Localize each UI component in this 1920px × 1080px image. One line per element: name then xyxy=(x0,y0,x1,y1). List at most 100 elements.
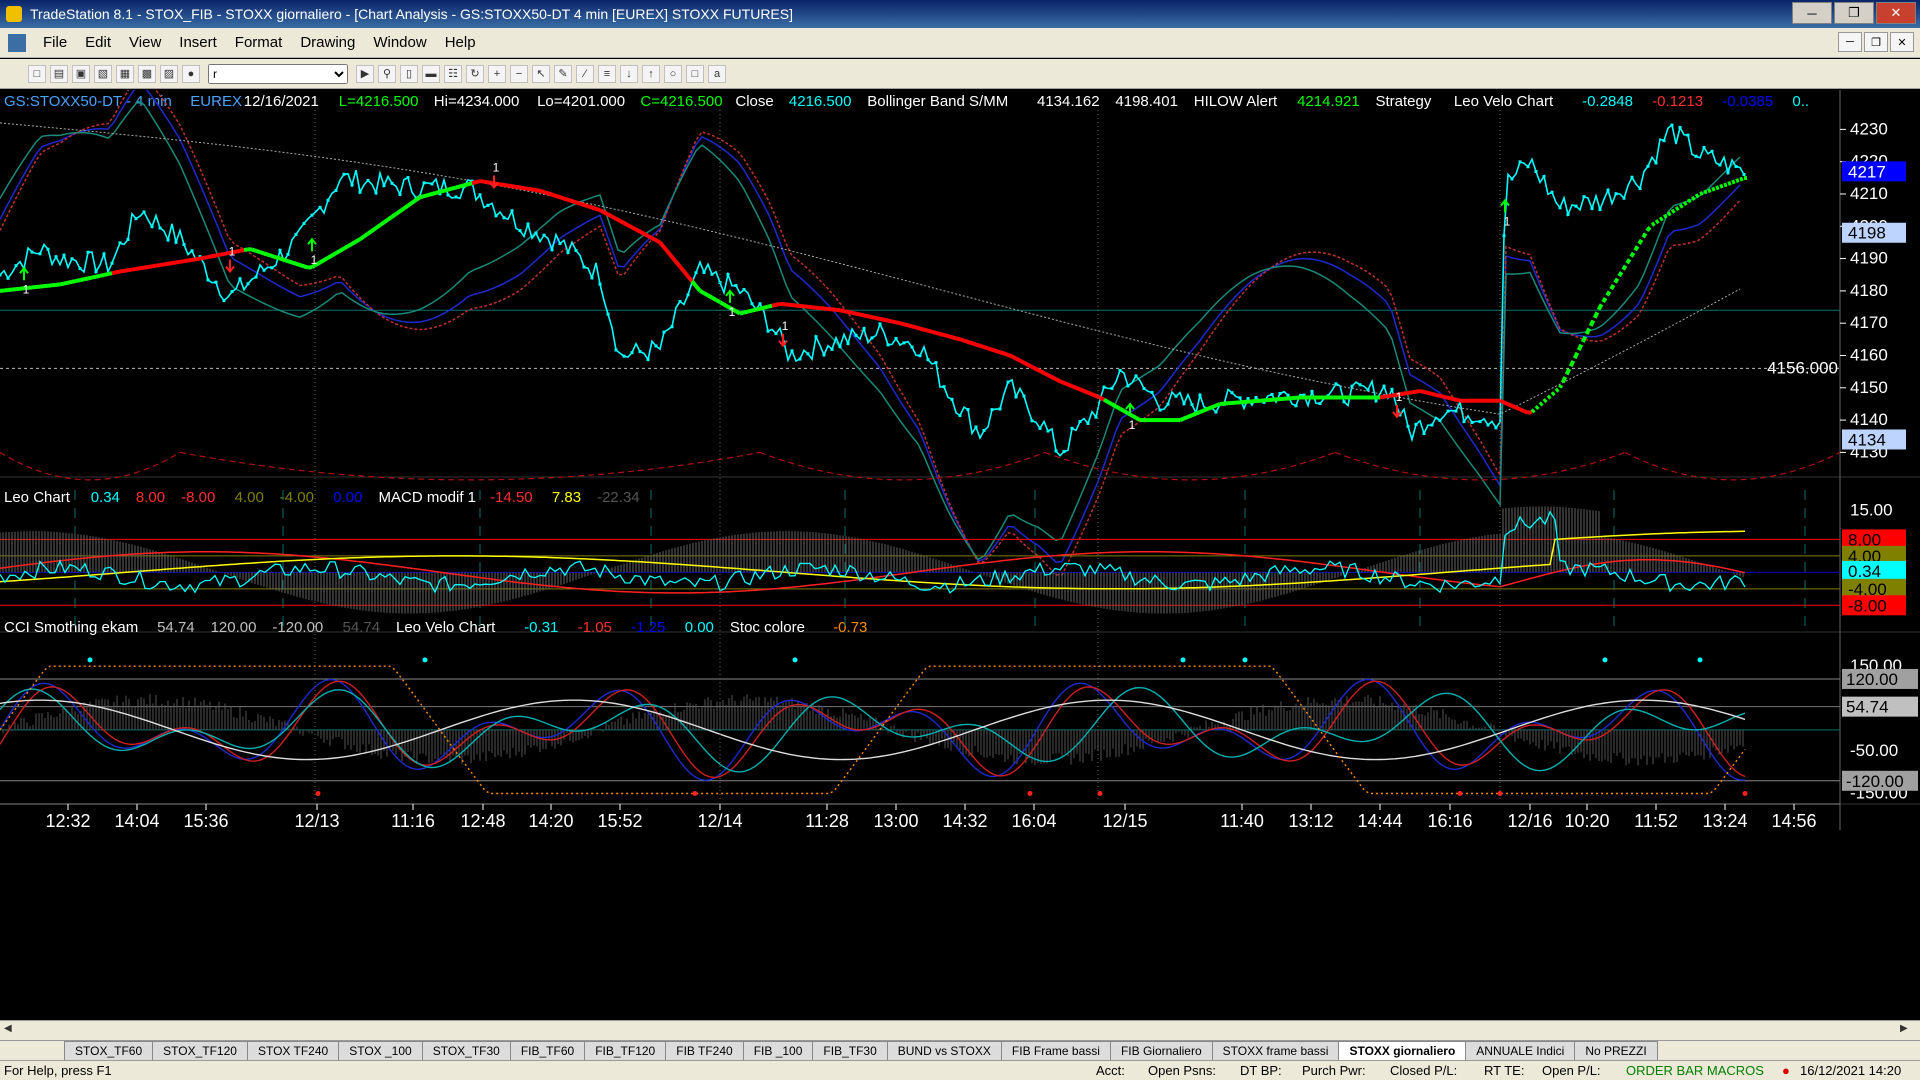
price-point xyxy=(630,351,634,355)
menu-insert[interactable]: Insert xyxy=(170,34,226,51)
price-point xyxy=(398,192,402,196)
strategy-segment xyxy=(1027,363,1033,369)
strategy-segment xyxy=(455,184,461,190)
signal-marker-label: 1 xyxy=(1396,390,1403,404)
minimize-button[interactable]: ─ xyxy=(1792,2,1832,24)
scroll-left-icon[interactable]: ◀ xyxy=(4,1023,18,1037)
layout-icon[interactable]: ▨ xyxy=(160,64,178,83)
lookup-icon[interactable]: ⚲ xyxy=(378,64,396,83)
workspace-tab[interactable]: FIB_TF30 xyxy=(812,1041,888,1060)
strategy-segment xyxy=(171,260,177,266)
price-point xyxy=(1374,399,1378,403)
fib-icon[interactable]: ≡ xyxy=(598,64,616,83)
workspace-tab[interactable]: STOXX giornaliero xyxy=(1338,1041,1467,1060)
globe-icon[interactable]: ● xyxy=(182,64,200,83)
scroll-right-icon[interactable]: ▶ xyxy=(1900,1023,1914,1037)
strategy-segment xyxy=(1099,395,1105,402)
workspace-tab[interactable]: STOX _100 xyxy=(338,1041,423,1060)
print-icon[interactable]: ▧ xyxy=(94,64,112,83)
price-point xyxy=(422,181,426,185)
workspace-tab[interactable]: FIB_TF120 xyxy=(584,1041,667,1060)
strategy-segment xyxy=(215,252,221,258)
workspace-tab[interactable]: ANNUALE Indici xyxy=(1465,1041,1576,1060)
maximize-button[interactable]: ❐ xyxy=(1834,2,1874,24)
strategy-segment xyxy=(1626,254,1634,263)
strategy-segment xyxy=(1711,186,1717,192)
refresh-icon[interactable]: ↻ xyxy=(466,64,484,83)
workspace-tab[interactable]: No PREZZI xyxy=(1574,1041,1658,1060)
workspace-tab[interactable]: STOX_TF120 xyxy=(152,1041,248,1060)
menu-format[interactable]: Format xyxy=(226,34,292,51)
chart-svg[interactable]: GS:STOXX50-DT - 4 min EUREX 12/16/2021 L=42… xyxy=(0,90,1920,1020)
status-macros[interactable]: ORDER BAR MACROS xyxy=(1626,1063,1764,1078)
time-axis-label: 14:44 xyxy=(1357,811,1402,831)
menu-drawing[interactable]: Drawing xyxy=(291,34,364,51)
strategy-segment xyxy=(859,312,865,318)
workspace-tab[interactable]: STOX_TF30 xyxy=(421,1041,511,1060)
strategy-segment xyxy=(511,184,517,189)
trendline-icon[interactable]: ∕ xyxy=(576,64,594,83)
osc-value-flag-label: 0.34 xyxy=(1848,562,1881,581)
zoom-in-icon[interactable]: + xyxy=(488,64,506,83)
strategy-segment xyxy=(354,237,362,244)
save-icon[interactable]: ▣ xyxy=(72,64,90,83)
format-icon[interactable]: ▩ xyxy=(138,64,156,83)
strategy-segment xyxy=(983,345,989,351)
arrow-down-icon[interactable]: ↓ xyxy=(620,64,638,83)
workspace-tab[interactable]: FIB Giornaliero xyxy=(1109,1041,1213,1060)
play-icon[interactable]: ▶ xyxy=(356,64,374,83)
bar-chart-icon[interactable]: ▯ xyxy=(400,64,418,83)
strategy-segment xyxy=(1067,382,1073,389)
price-point xyxy=(750,302,754,306)
workspace-tab[interactable]: FIB_TF60 xyxy=(509,1041,586,1060)
strategy-segment xyxy=(1103,397,1109,404)
price-point xyxy=(1590,206,1594,210)
zoom-out-icon[interactable]: − xyxy=(510,64,528,83)
price-point xyxy=(174,240,178,244)
horizontal-scrollbar[interactable]: ◀ ▶ xyxy=(0,1020,1920,1040)
price-flag-label: 4217 xyxy=(1848,162,1886,181)
doc-minimize-button[interactable]: ─ xyxy=(1838,32,1862,52)
price-point xyxy=(1702,145,1706,149)
price-point xyxy=(334,188,338,192)
open-icon[interactable]: ▤ xyxy=(50,64,68,83)
menu-help[interactable]: Help xyxy=(436,34,485,51)
line-chart-icon[interactable]: ▬ xyxy=(422,64,440,83)
chart-analysis-area[interactable]: GS:STOXX50-DT - 4 min EUREX 12/16/2021 L=42… xyxy=(0,90,1920,1020)
cursor-icon[interactable]: ↖ xyxy=(532,64,550,83)
arrow-up-icon[interactable]: ↑ xyxy=(642,64,660,83)
rectangle-icon[interactable]: □ xyxy=(686,64,704,83)
price-point xyxy=(886,343,890,347)
chart-window-icon[interactable] xyxy=(8,33,26,52)
indicator-icon[interactable]: ☷ xyxy=(444,64,462,83)
price-point xyxy=(670,325,674,329)
workspace-tab[interactable]: STOX TF240 xyxy=(246,1041,340,1060)
workspace-tab[interactable]: STOX_TF60 xyxy=(64,1041,154,1060)
close-button[interactable]: ✕ xyxy=(1876,2,1916,24)
menu-file[interactable]: File xyxy=(34,34,76,51)
strategy-segment xyxy=(662,246,670,254)
doc-restore-button[interactable]: ❐ xyxy=(1864,32,1888,52)
print-preview-icon[interactable]: ▦ xyxy=(116,64,134,83)
new-icon[interactable]: □ xyxy=(28,64,46,83)
text-tool-icon[interactable]: a xyxy=(708,64,726,83)
workspace-tab[interactable]: FIB _100 xyxy=(742,1041,814,1060)
drawing-tool-icon[interactable]: ✎ xyxy=(554,64,572,83)
symbol-selector[interactable]: r xyxy=(208,63,348,84)
strategy-segment xyxy=(947,334,953,340)
workspace-tab[interactable]: STOXX frame bassi xyxy=(1211,1041,1340,1060)
panel1-header-item: -0.2848 xyxy=(1582,93,1633,110)
workspace-tab[interactable]: FIB TF240 xyxy=(665,1041,744,1060)
doc-close-button[interactable]: ✕ xyxy=(1890,32,1914,52)
workspace-tab[interactable]: FIB Frame bassi xyxy=(1000,1041,1111,1060)
menu-edit[interactable]: Edit xyxy=(76,34,120,51)
strategy-segment xyxy=(1419,389,1425,394)
workspace-tab[interactable]: BUND vs STOXX xyxy=(886,1041,1002,1060)
ellipse-icon[interactable]: ○ xyxy=(664,64,682,83)
menu-view[interactable]: View xyxy=(120,34,170,51)
strategy-segment xyxy=(1646,223,1654,231)
strategy-segment xyxy=(1707,187,1713,193)
strategy-segment xyxy=(1590,314,1598,325)
tradestation-icon xyxy=(6,6,22,22)
menu-window[interactable]: Window xyxy=(364,34,435,51)
